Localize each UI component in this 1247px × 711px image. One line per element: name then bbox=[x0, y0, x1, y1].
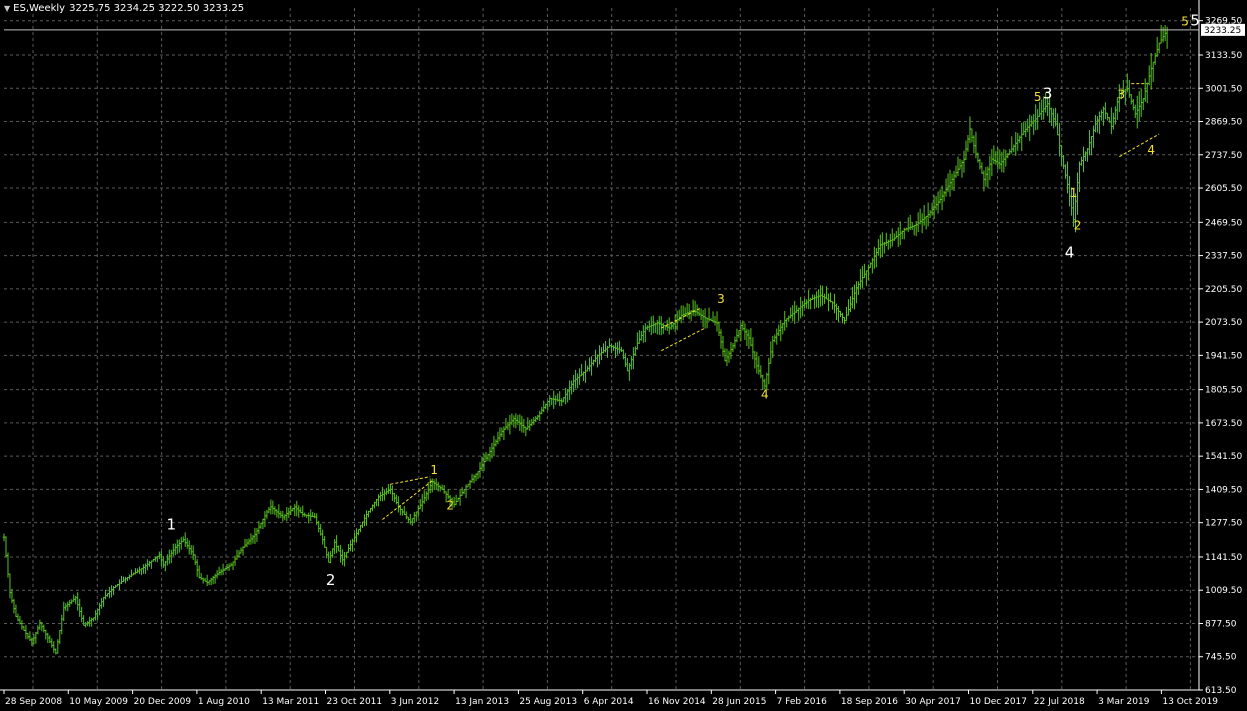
wave-label: 4 bbox=[1147, 143, 1155, 157]
collapse-triangle-icon[interactable]: ▼ bbox=[4, 4, 10, 13]
wave-label: 3 bbox=[717, 292, 725, 306]
ohlc-bars-layer bbox=[2, 24, 1169, 655]
y-tick-label: 2073.50 bbox=[1205, 318, 1242, 328]
x-tick-label: 10 Dec 2017 bbox=[970, 697, 1028, 707]
wave-label: 4 bbox=[761, 388, 769, 402]
chart-header: ▼ ES,Weekly 3225.75 3234.25 3222.50 3233.2… bbox=[4, 2, 244, 16]
y-tick-label: 3001.50 bbox=[1205, 84, 1242, 94]
wave-label: 3 bbox=[1043, 85, 1053, 103]
x-tick-label: 16 Nov 2014 bbox=[648, 697, 706, 707]
x-tick-label: 7 Feb 2016 bbox=[777, 697, 828, 707]
x-tick-label: 6 Apr 2014 bbox=[584, 697, 634, 707]
x-tick-label: 28 Sep 2008 bbox=[5, 697, 62, 707]
wave-label: 2 bbox=[446, 498, 454, 512]
wave-trendline bbox=[661, 327, 706, 352]
wave-label: 5 bbox=[1034, 90, 1042, 104]
y-tick-label: 877.50 bbox=[1205, 619, 1237, 629]
x-tick-label: 22 Jul 2018 bbox=[1034, 697, 1085, 707]
y-tick-label: 2869.50 bbox=[1205, 118, 1242, 128]
x-tick-label: 3 Mar 2019 bbox=[1098, 697, 1150, 707]
x-tick-label: 30 Apr 2017 bbox=[905, 697, 961, 707]
wave-label: 1 bbox=[167, 516, 177, 534]
y-tick-label: 1277.50 bbox=[1205, 519, 1242, 529]
price-chart[interactable]: 1212345 3124345 5 613.50745.50877.501009.5… bbox=[0, 0, 1247, 711]
y-tick-label: 1409.50 bbox=[1205, 485, 1242, 495]
wave-trendlines-layer bbox=[382, 83, 1160, 520]
wave-trendline bbox=[390, 476, 431, 485]
y-tick-label: 745.50 bbox=[1205, 653, 1237, 663]
y-tick-label: 1141.50 bbox=[1205, 553, 1242, 563]
wave-labels-layer: 1212345 3124345 5 bbox=[167, 12, 1200, 589]
wave-label: 4 bbox=[1065, 243, 1075, 261]
axes-layer: 613.50 745.50 877.50 1009.50 1141.50 1277.50 1… bbox=[0, 0, 1245, 707]
y-tick-label: 2605.50 bbox=[1205, 184, 1242, 194]
y-tick-label: 2737.50 bbox=[1205, 151, 1242, 161]
wave-label: 1 bbox=[430, 463, 438, 477]
y-tick-label: 3133.50 bbox=[1205, 51, 1242, 61]
x-tick-label: 13 Mar 2011 bbox=[262, 697, 319, 707]
x-tick-label: 1 Aug 2010 bbox=[198, 697, 250, 707]
y-tick-label: 2469.50 bbox=[1205, 218, 1242, 228]
wave-label: 5 bbox=[1190, 12, 1200, 30]
y-tick-label: 1009.50 bbox=[1205, 586, 1242, 596]
x-tick-label: 23 Oct 2011 bbox=[327, 697, 383, 707]
current-price-label: 3233.25 bbox=[1204, 26, 1241, 36]
wave-label: 1 bbox=[1070, 186, 1078, 200]
ohlc-values: 3225.75 3234.25 3222.50 3233.25 bbox=[69, 3, 245, 14]
x-tick-label: 20 Dec 2009 bbox=[134, 697, 192, 707]
x-tick-label: 3 Jun 2012 bbox=[391, 697, 439, 707]
wave-label: 2 bbox=[326, 571, 336, 589]
symbol-label: ES,Weekly bbox=[13, 3, 66, 14]
x-tick-label: 13 Jan 2013 bbox=[455, 697, 509, 707]
wave-label: 3 bbox=[1118, 88, 1126, 102]
wave-label: 5 bbox=[1181, 15, 1189, 29]
x-tick-label: 18 Sep 2016 bbox=[841, 697, 898, 707]
y-tick-label: 613.50 bbox=[1205, 686, 1237, 696]
x-tick-label: 25 Aug 2013 bbox=[519, 697, 577, 707]
x-tick-label: 10 May 2009 bbox=[69, 697, 128, 707]
y-tick-label: 1941.50 bbox=[1205, 351, 1242, 361]
y-tick-label: 1805.50 bbox=[1205, 386, 1242, 396]
y-tick-label: 2337.50 bbox=[1205, 252, 1242, 262]
y-tick-label: 1673.50 bbox=[1205, 419, 1242, 429]
y-tick-label: 1541.50 bbox=[1205, 452, 1242, 462]
x-tick-label: 13 Oct 2019 bbox=[1162, 697, 1218, 707]
x-tick-label: 28 Jun 2015 bbox=[712, 697, 766, 707]
y-tick-label: 2205.50 bbox=[1205, 285, 1242, 295]
wave-label: 2 bbox=[1074, 219, 1082, 233]
